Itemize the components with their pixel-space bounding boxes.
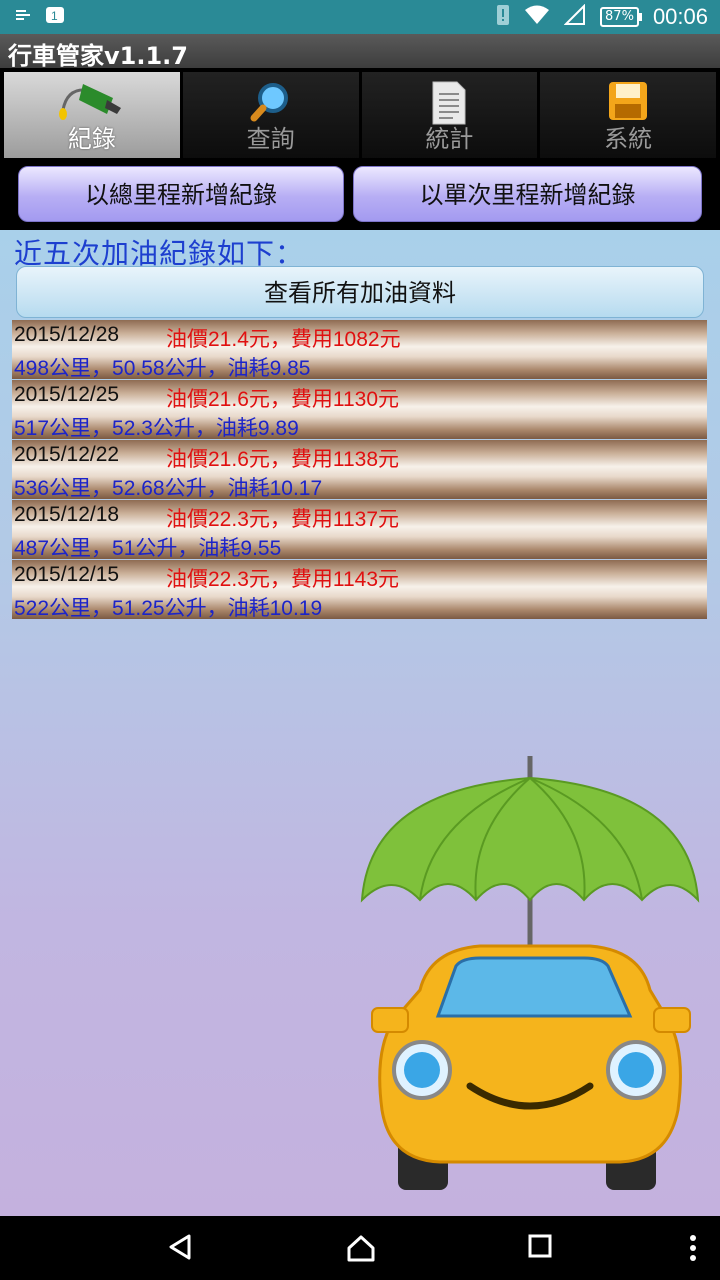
status-bar: 1 87% 00:06	[0, 0, 720, 34]
main-content: 近五次加油紀錄如下： 查看所有加油資料 2015/12/28 油價21.4元，費…	[0, 230, 720, 1216]
record-price: 油價21.6元，費用1138元	[166, 448, 400, 471]
tab-records[interactable]: 紀錄	[4, 72, 180, 160]
fuel-record-item[interactable]: 2015/12/18 油價22.3元，費用1137元 487公里，51公升，油耗…	[12, 500, 707, 560]
fuel-records-list: 2015/12/28 油價21.4元，費用1082元 498公里，50.58公升…	[12, 320, 707, 620]
app-title: 行車管家v1.1.7	[8, 42, 188, 70]
fuel-record-item[interactable]: 2015/12/25 油價21.6元，費用1130元 517公里，52.3公升，…	[12, 380, 707, 440]
record-price: 油價22.3元，費用1137元	[166, 508, 400, 531]
alert-icon	[496, 4, 510, 30]
notification-icon	[14, 7, 34, 27]
record-date: 2015/12/28	[14, 323, 120, 346]
tab-records-label: 紀錄	[67, 125, 116, 153]
tab-system-label: 系統	[604, 125, 653, 153]
record-detail: 522公里，51.25公升，油耗10.19	[14, 597, 323, 620]
record-date: 2015/12/22	[14, 443, 120, 466]
record-price: 油價21.6元，費用1130元	[166, 388, 400, 411]
fuel-record-item[interactable]: 2015/12/28 油價21.4元，費用1082元 498公里，50.58公升…	[12, 320, 707, 380]
recent-apps-icon[interactable]	[528, 1234, 552, 1262]
overflow-menu-icon[interactable]	[688, 1234, 698, 1266]
car-umbrella-illustration	[360, 756, 700, 1190]
record-date: 2015/12/25	[14, 383, 120, 406]
home-icon[interactable]	[346, 1234, 376, 1266]
record-price: 油價22.3元，費用1143元	[166, 568, 400, 591]
record-price: 油價21.4元，費用1082元	[166, 328, 401, 351]
tab-statistics[interactable]: 統計	[361, 72, 538, 160]
back-icon[interactable]	[168, 1234, 192, 1264]
view-all-fuel-data-button[interactable]: 查看所有加油資料	[16, 266, 704, 318]
tab-statistics-label: 統計	[425, 125, 474, 153]
app-title-bar: 行車管家v1.1.7	[0, 34, 720, 70]
wifi-icon	[524, 4, 550, 30]
record-detail: 536公里，52.68公升，油耗10.17	[14, 477, 323, 500]
tab-system[interactable]: 系統	[540, 72, 716, 160]
record-detail: 487公里，51公升，油耗9.55	[14, 537, 282, 560]
signal-icon	[563, 3, 586, 30]
record-detail: 498公里，50.58公升，油耗9.85	[14, 357, 311, 380]
action-button-row: 以總里程新增紀錄 以單次里程新增紀錄	[0, 158, 720, 230]
add-by-total-mileage-button[interactable]: 以總里程新增紀錄	[18, 166, 344, 222]
record-date: 2015/12/15	[14, 563, 120, 586]
tab-query[interactable]: 查詢	[182, 72, 359, 160]
fuel-record-item[interactable]: 2015/12/22 油價21.6元，費用1138元 536公里，52.68公升…	[12, 440, 707, 500]
record-date: 2015/12/18	[14, 503, 120, 526]
tab-query-label: 查詢	[246, 125, 295, 153]
svg-text:1: 1	[51, 9, 58, 23]
fuel-record-item[interactable]: 2015/12/15 油價22.3元，費用1143元 522公里，51.25公升…	[12, 560, 707, 620]
app-notification-icon: 1	[44, 6, 66, 28]
tab-bar: 紀錄 查詢 統計 系統	[0, 68, 720, 160]
clock: 00:06	[652, 4, 708, 29]
battery-indicator: 87%	[600, 7, 642, 27]
system-navigation-bar	[0, 1216, 720, 1280]
add-by-trip-mileage-button[interactable]: 以單次里程新增紀錄	[353, 166, 702, 222]
record-detail: 517公里，52.3公升，油耗9.89	[14, 417, 299, 440]
